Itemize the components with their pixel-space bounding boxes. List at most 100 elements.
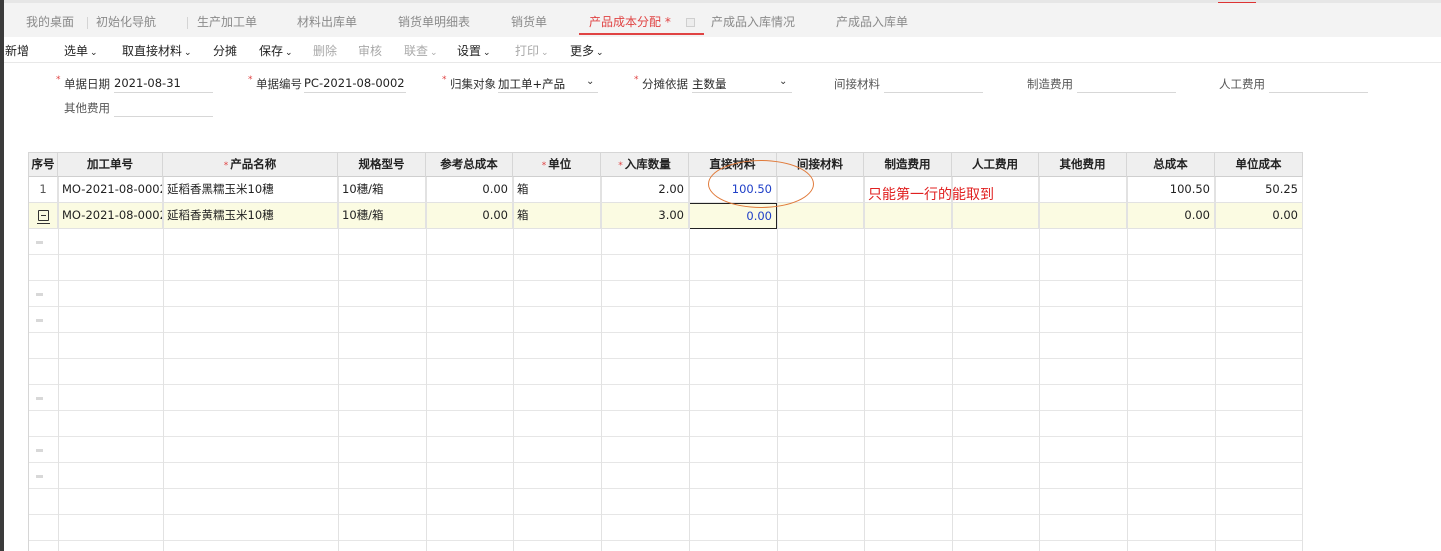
tab-sales-detail[interactable]: 销货单明细表 bbox=[398, 9, 470, 35]
row-qty[interactable]: 3.00 bbox=[601, 203, 689, 229]
empty-row[interactable] bbox=[29, 255, 1303, 281]
new-button[interactable]: 新增 bbox=[5, 42, 29, 59]
delete-button[interactable]: 删除 bbox=[313, 42, 337, 59]
tab-finished-goods-receipt[interactable]: 产成品入库单 bbox=[836, 9, 908, 35]
grid-header: 序号 加工单号 * 产品名称 规格型号 参考总成本 * 单位 * 入库数量 直接材料 … bbox=[29, 152, 1303, 177]
audit-button[interactable]: 审核 bbox=[358, 42, 382, 59]
more-label: 更多 bbox=[570, 44, 595, 58]
empty-row[interactable] bbox=[29, 411, 1303, 437]
empty-row[interactable] bbox=[29, 489, 1303, 515]
collect-object-select[interactable]: 加工单+产品 bbox=[498, 76, 598, 93]
empty-row[interactable] bbox=[29, 463, 1303, 489]
other-expense-field[interactable] bbox=[114, 100, 213, 117]
save-label: 保存 bbox=[259, 44, 284, 58]
doc-number-field[interactable]: PC-2021-08-0002 bbox=[304, 76, 406, 93]
row-labor-expense[interactable] bbox=[952, 203, 1039, 229]
row-ref-cost[interactable]: 0.00 bbox=[426, 203, 513, 229]
row-product-name[interactable]: 延稻香黄糯玉米10穗 bbox=[163, 203, 338, 229]
tab-material-issue[interactable]: 材料出库单 bbox=[297, 9, 357, 35]
tab-bar: 我的桌面 初始化导航 生产加工单 材料出库单 销货单明细表 销货单 产品成本分配… bbox=[4, 0, 1441, 37]
empty-row[interactable] bbox=[29, 281, 1303, 307]
tab-my-desktop[interactable]: 我的桌面 bbox=[26, 9, 74, 35]
row-other-expense[interactable] bbox=[1039, 203, 1127, 229]
empty-row[interactable] bbox=[29, 333, 1303, 359]
toolbar: 新增 选单 ⌄ 取直接材料 ⌄ 分摊 保存 ⌄ 删除 审核 联查 ⌄ 设置 ⌄ 打印 ⌄ 更… bbox=[4, 37, 1441, 63]
chevron-down-icon[interactable]: ⌄ bbox=[586, 76, 594, 87]
row-spec[interactable]: 10穗/箱 bbox=[338, 177, 426, 203]
other-expense-label: 其他费用 bbox=[64, 101, 110, 115]
col-product-header: * 产品名称 bbox=[163, 153, 338, 177]
col-product-header-label: 产品名称 bbox=[230, 157, 277, 171]
save-button[interactable]: 保存 ⌄ bbox=[259, 42, 293, 59]
indirect-material-field[interactable] bbox=[884, 76, 983, 93]
required-marker: * bbox=[442, 75, 447, 85]
required-marker: * bbox=[56, 75, 61, 85]
row-indirect-material[interactable] bbox=[777, 203, 864, 229]
row-unit-cost[interactable]: 50.25 bbox=[1215, 177, 1303, 203]
tab-init-nav[interactable]: 初始化导航 bbox=[96, 9, 156, 35]
linked-query-button[interactable]: 联查 ⌄ bbox=[404, 42, 438, 59]
row-mfg-expense[interactable] bbox=[864, 203, 952, 229]
col-mfg-expense-header: 制造费用 bbox=[864, 153, 952, 177]
col-unit-cost-header: 单位成本 bbox=[1215, 153, 1303, 177]
allocate-label: 分摊 bbox=[213, 44, 238, 58]
chevron-down-icon: ⌄ bbox=[483, 48, 491, 58]
row-insert-icon[interactable] bbox=[29, 203, 58, 229]
more-button[interactable]: 更多 ⌄ bbox=[570, 42, 604, 59]
tab-production-order[interactable]: 生产加工单 bbox=[197, 9, 257, 35]
empty-row[interactable] bbox=[29, 359, 1303, 385]
row-unit[interactable]: 箱 bbox=[513, 203, 601, 229]
column-line bbox=[952, 177, 953, 551]
column-line bbox=[513, 177, 514, 551]
chevron-down-icon: ⌄ bbox=[541, 48, 549, 58]
row-unit[interactable]: 箱 bbox=[513, 177, 601, 203]
row-product-name[interactable]: 延稻香黑糯玉米10穗 bbox=[163, 177, 338, 203]
linked-query-label: 联查 bbox=[404, 44, 429, 58]
tab-finished-goods-status[interactable]: 产成品入库情况 bbox=[711, 9, 795, 35]
tab-cost-allocation[interactable]: 产品成本分配 * bbox=[589, 9, 671, 35]
row-unit-cost[interactable]: 0.00 bbox=[1215, 203, 1303, 229]
doc-number-label: 单据编号 bbox=[256, 77, 302, 91]
empty-row[interactable] bbox=[29, 229, 1303, 255]
top-red-link[interactable] bbox=[1218, 0, 1256, 3]
row-order-no[interactable]: MO-2021-08-0002 bbox=[58, 177, 163, 203]
row-qty[interactable]: 2.00 bbox=[601, 177, 689, 203]
manufacturing-expense-field[interactable] bbox=[1077, 76, 1176, 93]
labor-expense-field[interactable] bbox=[1269, 76, 1368, 93]
manufacturing-expense-label: 制造费用 bbox=[1027, 77, 1073, 91]
fetch-direct-material-button[interactable]: 取直接材料 ⌄ bbox=[122, 42, 192, 59]
table-row[interactable]: 1 MO-2021-08-0002 延稻香黑糯玉米10穗 10穗/箱 0.00 … bbox=[29, 177, 1303, 203]
row-total-cost[interactable]: 100.50 bbox=[1127, 177, 1215, 203]
select-order-button[interactable]: 选单 ⌄ bbox=[64, 42, 98, 59]
row-total-cost[interactable]: 0.00 bbox=[1127, 203, 1215, 229]
empty-row[interactable] bbox=[29, 437, 1303, 463]
row-order-no[interactable]: MO-2021-08-0002 bbox=[58, 203, 163, 229]
required-marker: * bbox=[541, 161, 547, 171]
column-line bbox=[777, 177, 778, 551]
close-icon[interactable] bbox=[686, 18, 695, 27]
left-edge-bar bbox=[0, 0, 4, 551]
print-label: 打印 bbox=[515, 44, 540, 58]
row-marker bbox=[36, 241, 43, 244]
col-unit-header: * 单位 bbox=[513, 153, 601, 177]
column-line bbox=[163, 177, 164, 551]
row-spec[interactable]: 10穗/箱 bbox=[338, 203, 426, 229]
empty-row[interactable] bbox=[29, 307, 1303, 333]
row-ref-cost[interactable]: 0.00 bbox=[426, 177, 513, 203]
required-marker: * bbox=[223, 161, 229, 171]
doc-date-field[interactable]: 2021-08-31 bbox=[114, 76, 213, 93]
table-row-selected[interactable]: MO-2021-08-0002 延稻香黄糯玉米10穗 10穗/箱 0.00 箱 … bbox=[29, 203, 1303, 229]
column-line bbox=[1302, 177, 1303, 551]
settings-button[interactable]: 设置 ⌄ bbox=[457, 42, 491, 59]
print-button[interactable]: 打印 ⌄ bbox=[515, 42, 549, 59]
row-marker bbox=[36, 319, 43, 322]
tab-sales-order[interactable]: 销货单 bbox=[511, 9, 547, 35]
row-other-expense[interactable] bbox=[1039, 177, 1127, 203]
chevron-down-icon: ⌄ bbox=[90, 48, 98, 58]
row-marker bbox=[36, 293, 43, 296]
allocation-basis-select[interactable]: 主数量 bbox=[692, 76, 792, 93]
allocate-button[interactable]: 分摊 bbox=[213, 42, 237, 59]
empty-row[interactable] bbox=[29, 385, 1303, 411]
empty-row[interactable] bbox=[29, 515, 1303, 541]
chevron-down-icon[interactable]: ⌄ bbox=[779, 76, 787, 87]
